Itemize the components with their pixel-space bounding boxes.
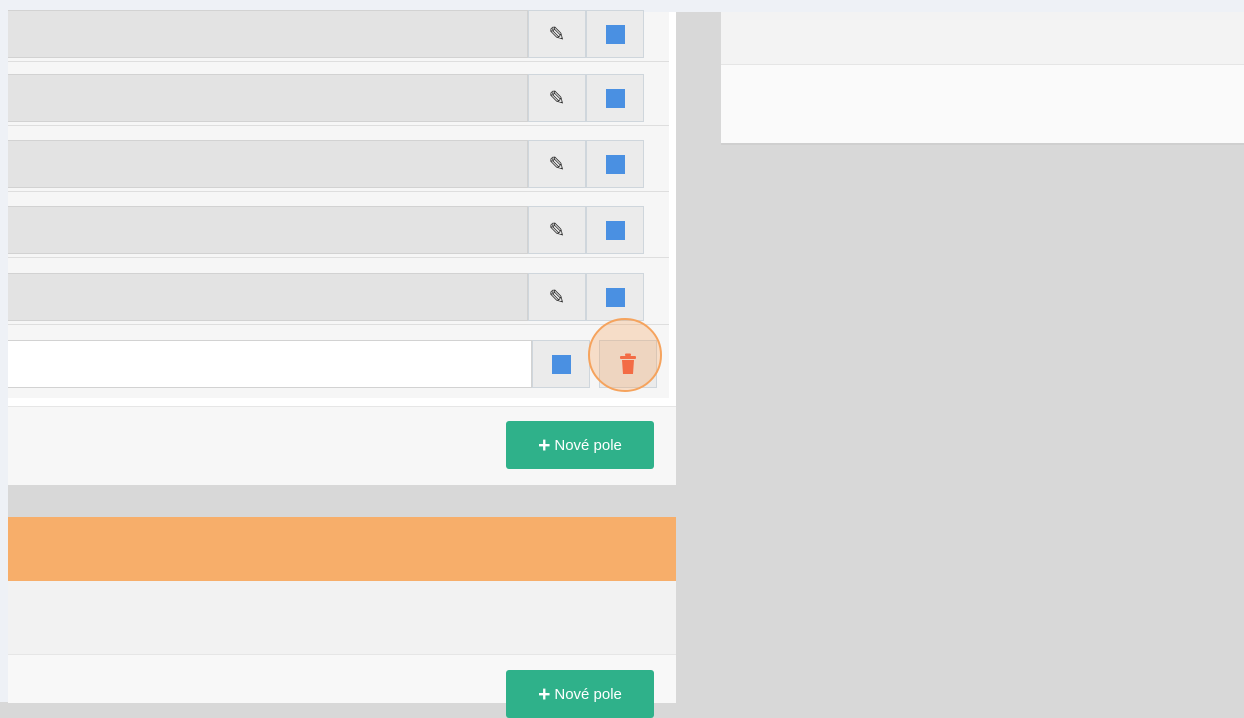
edit-field-button[interactable]: ✎: [528, 140, 586, 188]
color-swatch-icon: [551, 354, 571, 374]
field-row-editing: [8, 340, 669, 392]
row-divider: [8, 324, 669, 325]
field-name-display: [8, 74, 528, 122]
field-row: ✎: [8, 10, 669, 62]
row-divider: [8, 125, 669, 126]
field-color-button[interactable]: [586, 10, 644, 58]
edit-icon: ✎: [548, 22, 566, 46]
field-list: ✎ ✎ ✎ ✎ ✎: [8, 10, 669, 398]
edit-field-button[interactable]: ✎: [528, 206, 586, 254]
plus-icon: +: [538, 433, 551, 457]
plus-icon: +: [538, 682, 551, 706]
field-name-display: [8, 10, 528, 58]
panel-footer: + Nové pole: [8, 406, 676, 485]
new-field-button[interactable]: + Nové pole: [506, 670, 654, 718]
field-color-button[interactable]: [586, 206, 644, 254]
edit-icon: ✎: [548, 218, 566, 242]
field-row: ✎: [8, 74, 669, 126]
row-divider: [8, 257, 669, 258]
edit-field-button[interactable]: ✎: [528, 10, 586, 58]
field-name-display: [8, 273, 528, 321]
panel-body: [8, 581, 676, 654]
field-color-button[interactable]: [586, 74, 644, 122]
fields-panel: ✎ ✎ ✎ ✎ ✎ + Nové pole: [8, 10, 676, 485]
edit-field-button[interactable]: ✎: [528, 74, 586, 122]
panel-header: [8, 517, 676, 581]
field-row: ✎: [8, 140, 669, 192]
field-name-display: [8, 140, 528, 188]
trash-icon: [620, 353, 636, 374]
field-name-display: [8, 206, 528, 254]
left-gutter: [0, 12, 8, 702]
edit-icon: ✎: [548, 285, 566, 309]
row-divider: [8, 191, 669, 192]
field-row: ✎: [8, 206, 669, 258]
color-swatch-icon: [605, 287, 625, 307]
second-panel: + Nové pole: [8, 517, 676, 718]
field-color-button[interactable]: [586, 140, 644, 188]
edit-field-button[interactable]: ✎: [528, 273, 586, 321]
color-swatch-icon: [605, 24, 625, 44]
field-color-button[interactable]: [532, 340, 590, 388]
new-field-label: Nové pole: [554, 685, 622, 703]
new-field-label: Nové pole: [554, 436, 622, 454]
field-row: ✎: [8, 273, 669, 325]
delete-field-button[interactable]: [599, 340, 657, 388]
color-swatch-icon: [605, 220, 625, 240]
right-panel-header: [721, 12, 1244, 65]
row-divider: [8, 61, 669, 62]
field-name-input[interactable]: [8, 340, 532, 388]
edit-icon: ✎: [548, 86, 566, 110]
panel-footer: + Nové pole: [8, 654, 676, 718]
field-color-button[interactable]: [586, 273, 644, 321]
right-panel: [721, 12, 1244, 145]
new-field-button[interactable]: + Nové pole: [506, 421, 654, 469]
color-swatch-icon: [605, 154, 625, 174]
edit-icon: ✎: [548, 152, 566, 176]
color-swatch-icon: [605, 88, 625, 108]
